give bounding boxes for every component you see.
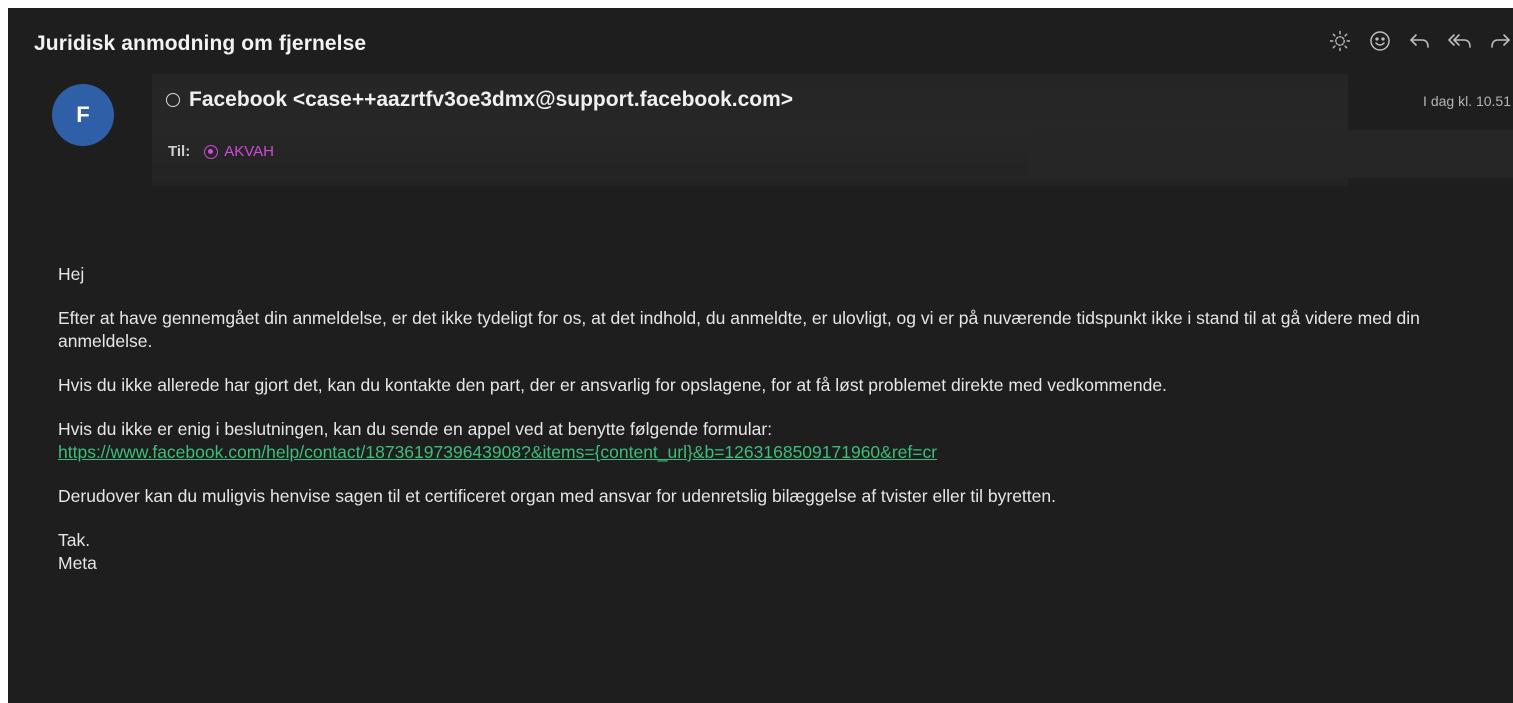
smiley-icon[interactable] xyxy=(1367,28,1393,54)
header-background-right xyxy=(1028,130,1513,178)
unread-indicator-icon xyxy=(166,93,180,107)
recipient-contact-icon xyxy=(204,144,219,159)
body-paragraph-4: Derudover kan du muligvis henvise sagen … xyxy=(58,486,1056,506)
email-subject: Juridisk anmodning om fjernelse xyxy=(34,32,367,55)
body-paragraph-1: Efter at have gennemgået din anmeldelse,… xyxy=(58,308,1420,351)
closing: Tak. xyxy=(58,530,91,550)
sender-avatar: F xyxy=(52,84,114,146)
email-body: Hej Efter at have gennemgået din anmelde… xyxy=(58,263,1498,575)
recipient-name[interactable]: AKVAH xyxy=(224,143,274,160)
body-paragraph-2: Hvis du ikke allerede har gjort det, kan… xyxy=(58,375,1167,395)
reply-all-icon[interactable] xyxy=(1447,28,1473,54)
avatar-letter: F xyxy=(76,102,90,127)
recipient-row: Til: AKVAH xyxy=(168,143,274,160)
sender-line[interactable]: Facebook <case++aazrtfv3oe3dmx@support.f… xyxy=(166,88,793,112)
received-date: I dag kl. 10.51 xyxy=(1423,93,1511,109)
email-window: Juridisk anmodning om fjernelse F Facebo… xyxy=(8,8,1513,703)
message-toolbar xyxy=(1313,28,1513,54)
to-label: Til: xyxy=(168,143,191,160)
appeal-form-link[interactable]: https://www.facebook.com/help/contact/18… xyxy=(58,442,937,462)
sender-address[interactable]: Facebook <case++aazrtfv3oe3dmx@support.f… xyxy=(189,88,793,112)
signature: Meta xyxy=(58,553,97,573)
body-paragraph-3: Hvis du ikke er enig i beslutningen, kan… xyxy=(58,418,1498,464)
reply-icon[interactable] xyxy=(1407,28,1433,54)
forward-icon[interactable] xyxy=(1487,28,1513,54)
sun-icon[interactable] xyxy=(1327,28,1353,54)
greeting: Hej xyxy=(58,264,85,284)
appeal-text: Hvis du ikke er enig i beslutningen, kan… xyxy=(58,419,773,439)
